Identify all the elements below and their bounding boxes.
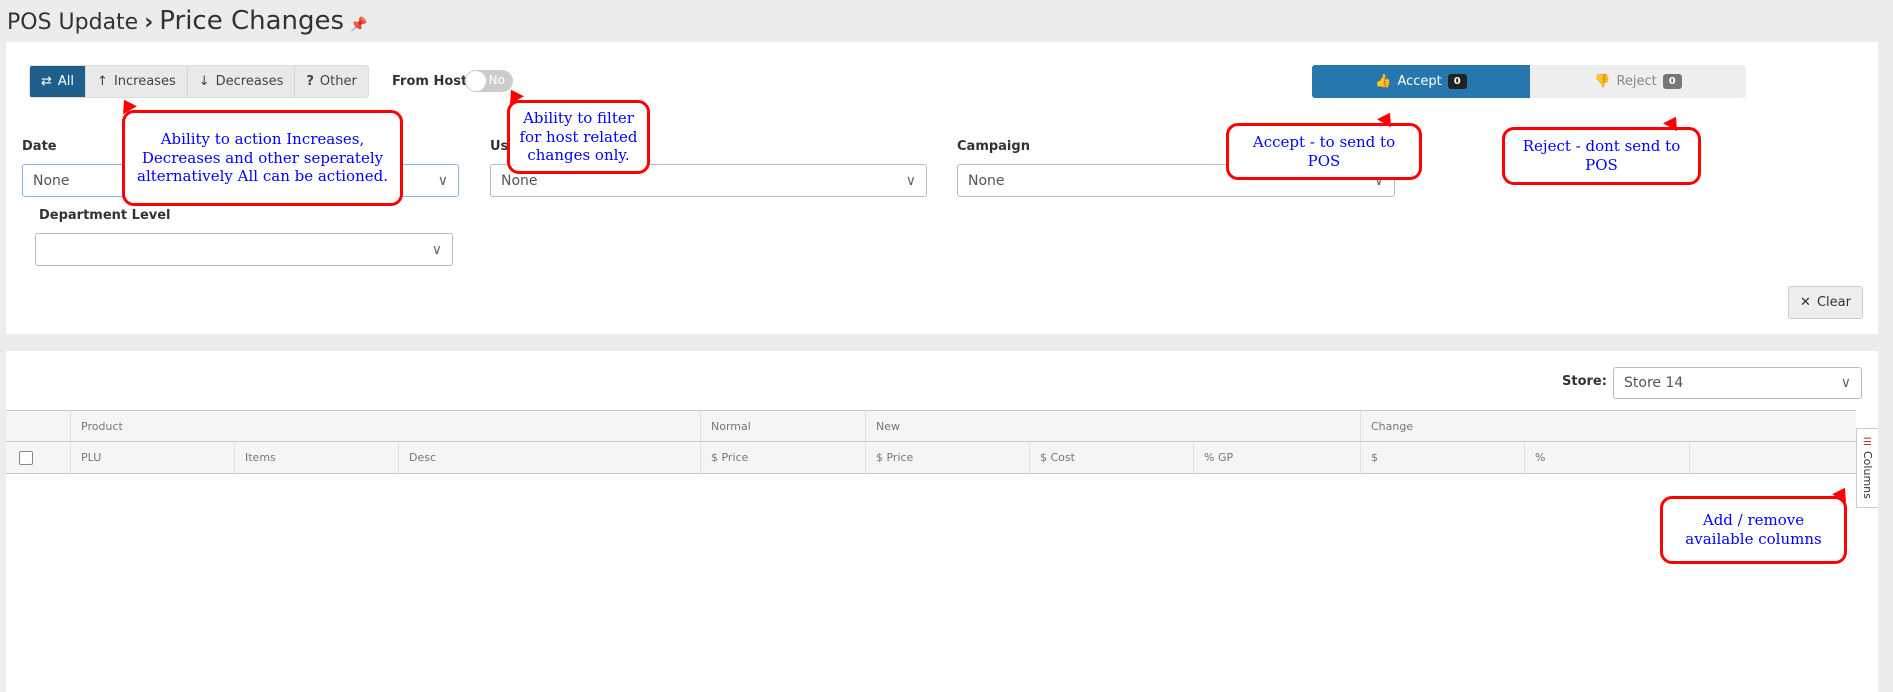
arrow-up-icon: ↑ [97, 74, 108, 89]
value: None [968, 172, 1005, 189]
table-group-header: Product Normal New Change [6, 410, 1856, 442]
label: Reject [1616, 74, 1657, 89]
column-header-change-percent[interactable]: % [1524, 442, 1545, 473]
clear-button[interactable]: ✕ Clear [1788, 286, 1863, 319]
annotation-from-host: Ability to filter for host related chang… [507, 100, 650, 174]
label: Decreases [215, 74, 284, 89]
accept-count-badge: 0 [1447, 74, 1467, 89]
value: Store 14 [1624, 375, 1684, 391]
label: Clear [1816, 295, 1851, 310]
thumbs-down-icon: 👎 [1594, 74, 1611, 89]
annotation-accept: Accept - to send to POS [1226, 123, 1422, 180]
group-header-change: Change [1360, 411, 1413, 441]
breadcrumb-separator: › [144, 10, 154, 35]
store-label: Store: [1562, 374, 1607, 389]
value: None [501, 172, 538, 189]
reject-button[interactable]: 👎 Reject 0 [1530, 65, 1746, 98]
page-title: Price Changes [159, 6, 345, 36]
store-select[interactable]: Store 14 ∨ [1613, 367, 1862, 399]
from-host-toggle[interactable]: No [465, 70, 513, 92]
annotation-filter-types: Ability to action Increases, Decreases a… [122, 110, 403, 206]
chevron-down-icon: ∨ [431, 241, 442, 258]
column-header-new-price[interactable]: $ Price [865, 442, 913, 473]
chevron-down-icon: ∨ [905, 172, 916, 189]
arrow-down-icon: ↓ [198, 74, 210, 89]
results-panel [6, 351, 1878, 692]
label: Increases [113, 74, 176, 89]
label: Accept [1397, 74, 1442, 89]
column-header-spacer [1689, 442, 1700, 473]
group-header-new: New [865, 411, 900, 441]
thumbs-up-icon: 👍 [1375, 74, 1392, 89]
column-header-plu[interactable]: PLU [70, 442, 101, 473]
chevron-down-icon: ∨ [437, 172, 448, 189]
department-select[interactable]: ∨ [35, 233, 453, 266]
column-header-new-gp[interactable]: % GP [1193, 442, 1233, 473]
date-label: Date [22, 139, 57, 154]
columns-panel-tab[interactable]: ☰ Columns [1856, 428, 1878, 508]
breadcrumb-parent[interactable]: POS Update [7, 10, 138, 35]
table-column-header: PLU Items Desc $ Price $ Price $ Cost % … [6, 442, 1856, 474]
campaign-label: Campaign [957, 139, 1030, 154]
close-icon: ✕ [1800, 295, 1811, 310]
question-icon: ? [306, 74, 314, 89]
department-label: Department Level [39, 208, 171, 223]
pin-icon[interactable]: 📌 [350, 17, 367, 33]
accept-button[interactable]: 👍 Accept 0 [1312, 65, 1530, 98]
page-header: POS Update › Price Changes 📌 [7, 6, 368, 36]
column-header-normal-price[interactable]: $ Price [700, 442, 748, 473]
swap-icon: ⇄ [41, 74, 52, 89]
select-all-checkbox[interactable] [19, 451, 33, 465]
filter-other-button[interactable]: ? Other [295, 66, 368, 97]
annotation-columns: Add / remove available columns [1660, 496, 1847, 564]
toggle-value: No [488, 73, 505, 87]
filter-decreases-button[interactable]: ↓ Decreases [187, 66, 296, 97]
from-host-label: From Host [392, 74, 468, 89]
reject-count-badge: 0 [1662, 74, 1682, 89]
change-type-filter: ⇄ All ↑ Increases ↓ Decreases ? Other [29, 65, 369, 98]
filter-all-button[interactable]: ⇄ All [30, 66, 87, 97]
chevron-down-icon: ∨ [1840, 375, 1851, 391]
columns-icon: ☰ [1863, 437, 1872, 448]
annotation-reject: Reject - dont send to POS [1502, 127, 1701, 185]
column-header-items[interactable]: Items [234, 442, 276, 473]
label: All [57, 74, 75, 89]
value: None [33, 172, 70, 189]
column-header-desc[interactable]: Desc [398, 442, 436, 473]
label: Other [319, 74, 357, 89]
column-header-new-cost[interactable]: $ Cost [1029, 442, 1075, 473]
columns-label: Columns [1861, 451, 1874, 499]
group-header-product: Product [70, 411, 123, 441]
column-header-change-dollar[interactable]: $ [1360, 442, 1378, 473]
filter-increases-button[interactable]: ↑ Increases [86, 66, 188, 97]
group-header-normal: Normal [700, 411, 751, 441]
